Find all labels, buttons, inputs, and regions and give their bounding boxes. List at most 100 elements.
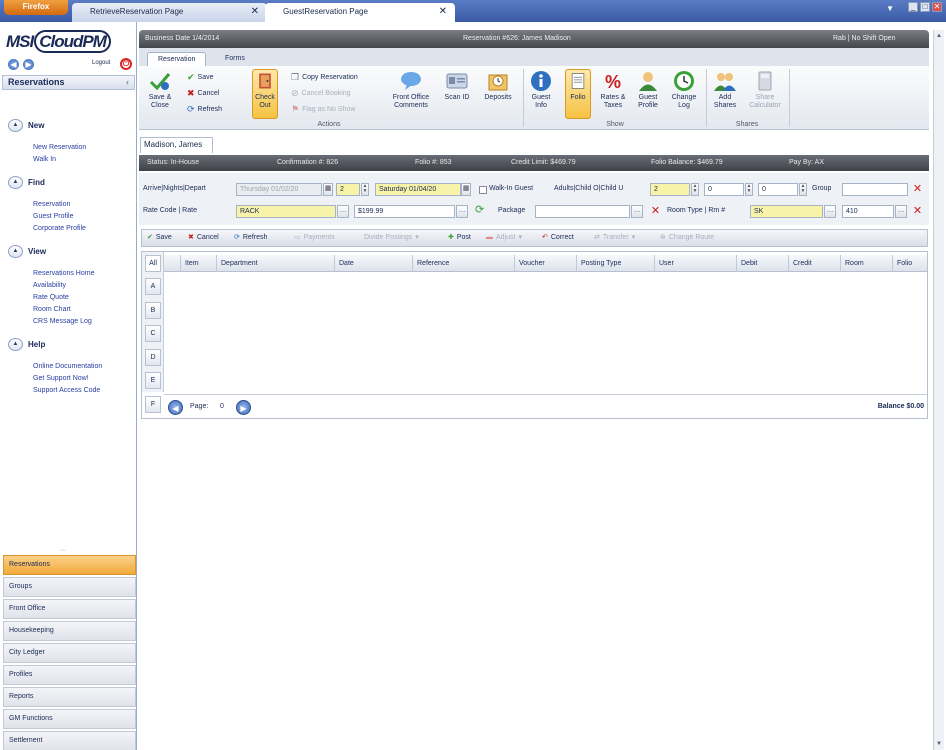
room-number-field[interactable]: 410 bbox=[842, 205, 894, 218]
nights-stepper[interactable]: ▲ ▼ bbox=[361, 183, 369, 196]
save-close-button[interactable]: Save & Close bbox=[143, 70, 177, 110]
adjust-button[interactable]: ▬ Adjust ▾ bbox=[486, 230, 522, 246]
maximize-button[interactable]: □ bbox=[920, 2, 930, 12]
guest-name-tab[interactable]: Madison, James bbox=[140, 137, 213, 153]
clear-room-icon[interactable]: ✕ bbox=[912, 206, 923, 217]
group-select[interactable] bbox=[842, 183, 908, 196]
cancel-booking-button[interactable]: ⊘ Cancel Booking bbox=[291, 88, 351, 99]
collapse-chevron-icon[interactable]: ‹ bbox=[126, 76, 129, 89]
column-header-folio[interactable]: Folio bbox=[893, 255, 927, 272]
rate-field[interactable]: $199.99 bbox=[354, 205, 455, 218]
filter-b-button[interactable]: B bbox=[145, 302, 161, 319]
deposits-button[interactable]: Deposits bbox=[481, 70, 515, 102]
scroll-up-icon[interactable]: ▲ bbox=[935, 32, 943, 40]
payments-button[interactable]: ▭ Payments bbox=[294, 230, 335, 246]
scan-id-button[interactable]: Scan ID bbox=[442, 70, 472, 102]
arrive-date-field[interactable]: Thursday 01/02/20 bbox=[236, 183, 322, 196]
guest-profile-button[interactable]: Guest Profile bbox=[633, 70, 663, 110]
column-header-debit[interactable]: Debit bbox=[737, 255, 789, 272]
change-route-button[interactable]: ⊛ Change Route bbox=[660, 230, 714, 246]
reservations-home-link[interactable]: Reservations Home bbox=[33, 270, 94, 277]
adults-stepper[interactable]: ▲ ▼ bbox=[691, 183, 699, 196]
share-calculator-button[interactable]: Share Calculator bbox=[745, 70, 785, 110]
correct-button[interactable]: ↶ Correct bbox=[542, 230, 574, 246]
front-office-comments-button[interactable]: Front Office Comments bbox=[383, 70, 439, 110]
find-reservation-link[interactable]: Reservation bbox=[33, 201, 70, 208]
tab-list-chevron-icon[interactable]: ▼ bbox=[886, 4, 894, 13]
folio-save-button[interactable]: ✔ Save bbox=[147, 230, 172, 246]
new-reservation-link[interactable]: New Reservation bbox=[33, 144, 86, 151]
arrive-calendar-icon[interactable]: ▦ bbox=[323, 183, 333, 196]
flag-no-show-button[interactable]: ⚑ Flag as No Show bbox=[291, 104, 355, 115]
close-window-button[interactable]: ✕ bbox=[932, 2, 942, 12]
rate-code-field[interactable]: RACK bbox=[236, 205, 336, 218]
clear-package-icon[interactable]: ✕ bbox=[650, 206, 661, 217]
column-header-user[interactable]: User bbox=[655, 255, 737, 272]
sidebar-section-view[interactable]: ▲ View bbox=[8, 245, 46, 258]
child-over-stepper[interactable]: ▲ ▼ bbox=[745, 183, 753, 196]
filter-e-button[interactable]: E bbox=[145, 372, 161, 389]
post-button[interactable]: ✚ Post bbox=[448, 230, 471, 246]
nav-city-ledger[interactable]: City Ledger bbox=[3, 643, 136, 663]
vertical-scrollbar[interactable]: ▲ ▼ bbox=[933, 30, 944, 750]
child-under-stepper[interactable]: ▲ ▼ bbox=[799, 183, 807, 196]
nav-profiles[interactable]: Profiles bbox=[3, 665, 136, 685]
child-under-field[interactable]: 0 bbox=[758, 183, 798, 196]
ribbon-cancel-button[interactable]: ✖ Cancel bbox=[187, 88, 219, 99]
column-header-item[interactable]: Item bbox=[181, 255, 217, 272]
folio-refresh-button[interactable]: ⟳ Refresh bbox=[234, 230, 267, 246]
forward-arrow-icon[interactable]: ▶ bbox=[23, 59, 34, 70]
minimize-button[interactable]: _ bbox=[908, 2, 918, 12]
previous-page-button[interactable]: ◀ bbox=[168, 400, 183, 415]
guest-profile-link[interactable]: Guest Profile bbox=[33, 213, 73, 220]
get-support-link[interactable]: Get Support Now! bbox=[33, 375, 89, 382]
child-over-field[interactable]: 0 bbox=[704, 183, 744, 196]
depart-calendar-icon[interactable]: ▦ bbox=[461, 183, 471, 196]
rate-code-lookup-button[interactable]: … bbox=[337, 205, 349, 218]
nights-field[interactable]: 2 bbox=[336, 183, 360, 196]
crs-message-log-link[interactable]: CRS Message Log bbox=[33, 318, 92, 325]
walk-in-link[interactable]: Walk In bbox=[33, 156, 56, 163]
package-lookup-button[interactable]: … bbox=[631, 205, 643, 218]
divide-postings-button[interactable]: Divide Postings ▾ bbox=[364, 230, 419, 246]
back-arrow-icon[interactable]: ◀ bbox=[8, 59, 19, 70]
room-type-field[interactable]: SK bbox=[750, 205, 823, 218]
splitter-handle[interactable]: ⋯ bbox=[60, 548, 72, 554]
filter-a-button[interactable]: A bbox=[145, 278, 161, 295]
column-header-select[interactable] bbox=[164, 255, 181, 272]
nav-front-office[interactable]: Front Office bbox=[3, 599, 136, 619]
filter-c-button[interactable]: C bbox=[145, 325, 161, 342]
depart-date-field[interactable]: Saturday 01/04/20 bbox=[375, 183, 461, 196]
adults-field[interactable]: 2 bbox=[650, 183, 690, 196]
nav-reservations[interactable]: Reservations bbox=[3, 555, 136, 575]
clear-group-icon[interactable]: ✕ bbox=[912, 184, 923, 195]
rates-taxes-button[interactable]: % Rates & Taxes bbox=[597, 70, 629, 110]
column-header-room[interactable]: Room bbox=[841, 255, 893, 272]
column-header-credit[interactable]: Credit bbox=[789, 255, 841, 272]
package-field[interactable] bbox=[535, 205, 630, 218]
browser-tab-retrieve[interactable]: RetrieveReservation Page ✕ bbox=[72, 3, 267, 22]
column-header-reference[interactable]: Reference bbox=[413, 255, 515, 272]
room-number-lookup-button[interactable]: … bbox=[895, 205, 907, 218]
power-icon[interactable]: ⏻ bbox=[120, 58, 132, 70]
sidebar-section-new[interactable]: ▲ New bbox=[8, 119, 44, 132]
check-out-button[interactable]: Check Out bbox=[252, 69, 278, 119]
ribbon-save-button[interactable]: ✔ Save bbox=[187, 72, 214, 83]
rate-quote-link[interactable]: Rate Quote bbox=[33, 294, 69, 301]
filter-all-button[interactable]: All bbox=[145, 255, 161, 272]
close-tab-icon[interactable]: ✕ bbox=[439, 3, 447, 21]
column-header-date[interactable]: Date bbox=[335, 255, 413, 272]
column-header-posting-type[interactable]: Posting Type bbox=[577, 255, 655, 272]
folio-button[interactable]: Folio bbox=[565, 69, 591, 119]
nav-settlement[interactable]: Settlement bbox=[3, 731, 136, 750]
column-header-department[interactable]: Department bbox=[217, 255, 335, 272]
change-log-button[interactable]: Change Log bbox=[667, 70, 701, 110]
filter-d-button[interactable]: D bbox=[145, 349, 161, 366]
tab-reservation[interactable]: Reservation bbox=[147, 52, 207, 66]
online-documentation-link[interactable]: Online Documentation bbox=[33, 363, 102, 370]
rate-lookup-button[interactable]: … bbox=[456, 205, 468, 218]
availability-link[interactable]: Availability bbox=[33, 282, 66, 289]
next-page-button[interactable]: ▶ bbox=[236, 400, 251, 415]
filter-f-button[interactable]: F bbox=[145, 396, 161, 413]
sidebar-section-find[interactable]: ▲ Find bbox=[8, 176, 45, 189]
